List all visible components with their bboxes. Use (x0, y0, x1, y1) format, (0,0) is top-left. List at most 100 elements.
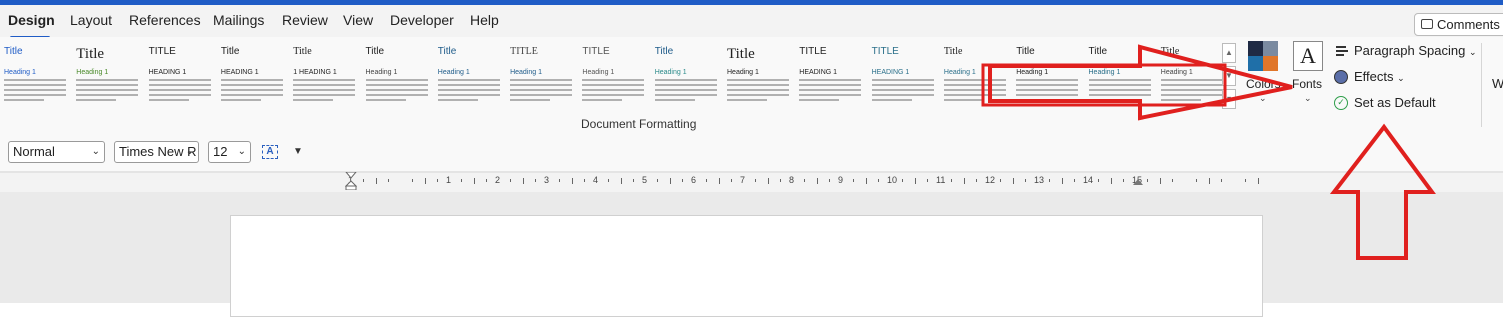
ruler-tick (951, 179, 953, 182)
document-canvas (0, 192, 1503, 317)
ruler-tick (669, 178, 671, 184)
thumbnail-heading: Heading 1 (943, 69, 976, 76)
gallery-down-button[interactable]: ▼ (1222, 66, 1236, 86)
paragraph-spacing-button[interactable]: Paragraph Spacing ⌄ (1334, 43, 1476, 58)
ruler-tick (510, 179, 512, 182)
comments-label: Comments (1437, 17, 1500, 32)
tab-references[interactable]: References (129, 12, 201, 28)
tab-view[interactable]: View (343, 12, 373, 28)
ruler-tick (730, 179, 732, 182)
gallery-more-button[interactable]: ▾ (1222, 89, 1236, 109)
ruler-tick (1061, 178, 1063, 184)
chevron-down-icon: ⌄ (1397, 73, 1405, 83)
ruler-tick (534, 179, 536, 182)
thumbnail-heading: Heading 1 (1016, 69, 1049, 76)
right-indent-marker-icon[interactable] (1133, 179, 1143, 185)
document-formatting-gallery: Title Heading 1 Title Heading 1 TITLE HEADING… (0, 39, 1232, 113)
ruler-tick (1073, 179, 1075, 182)
style-set-thumbnail[interactable]: Title Heading 1 (653, 43, 721, 109)
ruler-tick (779, 179, 781, 182)
thumbnail-heading: HEADING 1 (220, 69, 259, 76)
ruler-tick (1147, 179, 1149, 182)
thumbnail-title: TITLE (510, 46, 538, 57)
style-set-thumbnail[interactable]: Title Heading 1 (725, 43, 793, 109)
indent-marker-icon[interactable] (345, 172, 357, 190)
tab-review[interactable]: Review (282, 12, 328, 28)
thumbnail-title: Title (654, 46, 674, 57)
ruler-tick (865, 178, 867, 184)
fonts-dropdown-icon[interactable]: ⌄ (1304, 93, 1312, 104)
effects-button[interactable]: Effects ⌄ (1334, 69, 1405, 84)
fonts-icon[interactable]: A (1293, 41, 1323, 71)
font-select[interactable]: Times New R ⌄ (114, 141, 199, 163)
thumbnail-heading: Heading 1 (582, 69, 615, 76)
style-value: Normal (13, 144, 55, 159)
style-set-thumbnail[interactable]: Title Heading 1 (74, 43, 142, 109)
thumbnail-title: Title (1088, 46, 1108, 57)
watermark-button-partial[interactable]: W (1492, 76, 1503, 91)
thumbnail-body-lines (510, 79, 573, 104)
colors-dropdown-icon[interactable]: ⌄ (1259, 93, 1267, 104)
ruler-tick (816, 178, 818, 184)
style-set-thumbnail[interactable]: TITLE HEADING 1 (870, 43, 938, 109)
style-set-thumbnail[interactable]: Title Heading 1 (942, 43, 1010, 109)
ruler-tick (387, 179, 389, 182)
group-divider (1481, 43, 1482, 127)
ruler-tick (926, 179, 928, 182)
ruler-tick (1171, 179, 1173, 182)
ribbon-tab-bar: Design Layout References Mailings Review… (0, 5, 1503, 39)
tab-mailings[interactable]: Mailings (213, 12, 264, 28)
style-set-thumbnail[interactable]: Title Heading 1 (1087, 43, 1155, 109)
ruler-tick (767, 178, 769, 184)
style-set-thumbnail[interactable]: Title Heading 1 (1014, 43, 1082, 109)
style-set-thumbnail[interactable]: Title Heading 1 (364, 43, 432, 109)
more-options-icon[interactable]: ▼ (293, 146, 303, 157)
font-size-select[interactable]: 12 ⌄ (208, 141, 251, 163)
tab-help[interactable]: Help (470, 12, 499, 28)
ruler-tick (559, 179, 561, 182)
ruler-tick (853, 179, 855, 182)
style-set-thumbnail[interactable]: Title 1 HEADING 1 (291, 43, 359, 109)
text-box-format-icon[interactable]: A (262, 145, 278, 159)
thumbnail-heading: Heading 1 (1160, 69, 1193, 76)
ruler-tick (963, 178, 965, 184)
ruler-tick (1110, 178, 1112, 184)
style-set-thumbnail[interactable]: TITLE HEADING 1 (147, 43, 215, 109)
style-set-thumbnail[interactable]: TITLE HEADING 1 (797, 43, 865, 109)
paragraph-spacing-icon (1334, 44, 1348, 58)
style-set-thumbnail[interactable]: Title Heading 1 (436, 43, 504, 109)
tab-developer[interactable]: Developer (390, 12, 454, 28)
ruler-tick (522, 178, 524, 184)
thumbnail-body-lines (871, 79, 934, 104)
tab-design[interactable]: Design (8, 12, 55, 28)
thumbnail-title: TITLE (871, 46, 899, 57)
thumbnail-title: Title (365, 46, 385, 57)
ruler-tick (657, 179, 659, 182)
horizontal-ruler: 1 1 2 3 4 5 6 7 8 9 10 11 12 13 14 15 (0, 172, 1503, 192)
style-set-thumbnail[interactable]: TITLE Heading 1 (580, 43, 648, 109)
document-page[interactable] (230, 215, 1263, 317)
fonts-label[interactable]: Fonts (1292, 77, 1322, 91)
thumbnail-body-lines (799, 79, 862, 104)
thumbnail-heading: Heading 1 (4, 69, 36, 76)
style-set-thumbnail[interactable]: Title Heading 1 (1159, 43, 1227, 109)
thumbnail-heading: Heading 1 (437, 69, 470, 76)
style-select[interactable]: Normal ⌄ (8, 141, 105, 163)
ruler-scale: 1 1 2 3 4 5 6 7 8 9 10 11 12 13 14 15 (228, 173, 1259, 192)
colors-icon[interactable] (1248, 41, 1278, 71)
style-set-thumbnail[interactable]: Title Heading 1 (2, 43, 70, 109)
ruler-number: 1 (446, 175, 452, 185)
tab-layout[interactable]: Layout (70, 12, 112, 28)
style-set-thumbnail[interactable]: Title HEADING 1 (219, 43, 287, 109)
thumbnail-heading: HEADING 1 (871, 69, 910, 76)
thumbnail-title: Title (1016, 46, 1035, 57)
colors-label[interactable]: Colors (1246, 77, 1281, 91)
ruler-tick (1000, 179, 1002, 182)
comments-button[interactable]: Comments (1414, 13, 1503, 36)
thumbnail-heading: Heading 1 (510, 69, 543, 76)
ruler-tick (681, 179, 683, 182)
style-set-thumbnail[interactable]: TITLE Heading 1 (508, 43, 576, 109)
gallery-up-button[interactable]: ▲ (1222, 43, 1236, 63)
set-as-default-button[interactable]: ✓ Set as Default (1334, 95, 1436, 110)
chevron-down-icon: ⌄ (1468, 47, 1477, 57)
